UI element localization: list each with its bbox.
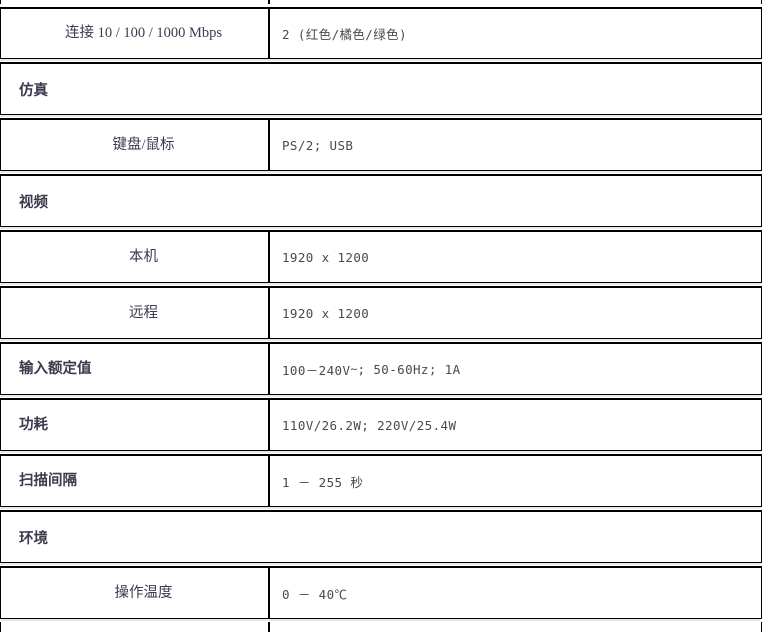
spec-value-cell: 2 (红色/橘色/绿色): [269, 9, 761, 58]
spec-label-cell: [1, 622, 269, 632]
section-header-row: 仿真: [0, 62, 762, 117]
table-row-clipped: [0, 0, 762, 4]
spec-label-cell: 扫描间隔: [1, 456, 269, 506]
table-row: 远程 1920 x 1200: [0, 286, 762, 341]
spec-value-cell: 0 － 40℃: [269, 568, 761, 618]
section-header-label: 视频: [19, 194, 48, 211]
spec-value-cell: 1 － 255 秒: [269, 456, 761, 506]
spec-value-cell: 1920 x 1200: [269, 288, 761, 338]
spec-value-cell: [269, 622, 761, 632]
spec-value-cell: 110V/26.2W; 220V/25.4W: [269, 400, 761, 450]
table-row: 功耗 110V/26.2W; 220V/25.4W: [0, 398, 762, 453]
spec-label-cell: 输入额定值: [1, 344, 269, 394]
table-row-clipped: [0, 622, 762, 632]
spec-value-cell: 1920 x 1200: [269, 232, 761, 282]
table-row: 扫描间隔 1 － 255 秒: [0, 454, 762, 509]
spec-label-cell: 功耗: [1, 400, 269, 450]
table-row: 本机 1920 x 1200: [0, 230, 762, 285]
section-header-row: 视频: [0, 174, 762, 229]
spec-label-cell: 键盘/鼠标: [1, 120, 269, 170]
spec-value-cell: PS/2; USB: [269, 120, 761, 170]
table-row: 操作温度 0 － 40℃: [0, 566, 762, 621]
table-row: 键盘/鼠标 PS/2; USB: [0, 118, 762, 173]
section-header-label: 仿真: [19, 82, 48, 99]
spec-label-cell: 本机: [1, 232, 269, 282]
spec-value-cell: [269, 0, 761, 4]
specification-table: 连接 10 / 100 / 1000 Mbps 2 (红色/橘色/绿色) 仿真键盘/…: [0, 0, 770, 632]
spec-label-cell: [1, 0, 269, 4]
table-row: 连接 10 / 100 / 1000 Mbps 2 (红色/橘色/绿色): [0, 7, 762, 61]
spec-label-cell: 远程: [1, 288, 269, 338]
section-header-label: 环境: [19, 530, 48, 547]
spec-value-cell: 100－240V ~; 50-60Hz; 1A: [269, 344, 761, 394]
table-row: 输入额定值 100－240V ~; 50-60Hz; 1A: [0, 342, 762, 397]
spec-label-cell: 操作温度: [1, 568, 269, 618]
section-header-row: 环境: [0, 510, 762, 565]
spec-label-cell: 连接 10 / 100 / 1000 Mbps: [1, 9, 269, 58]
